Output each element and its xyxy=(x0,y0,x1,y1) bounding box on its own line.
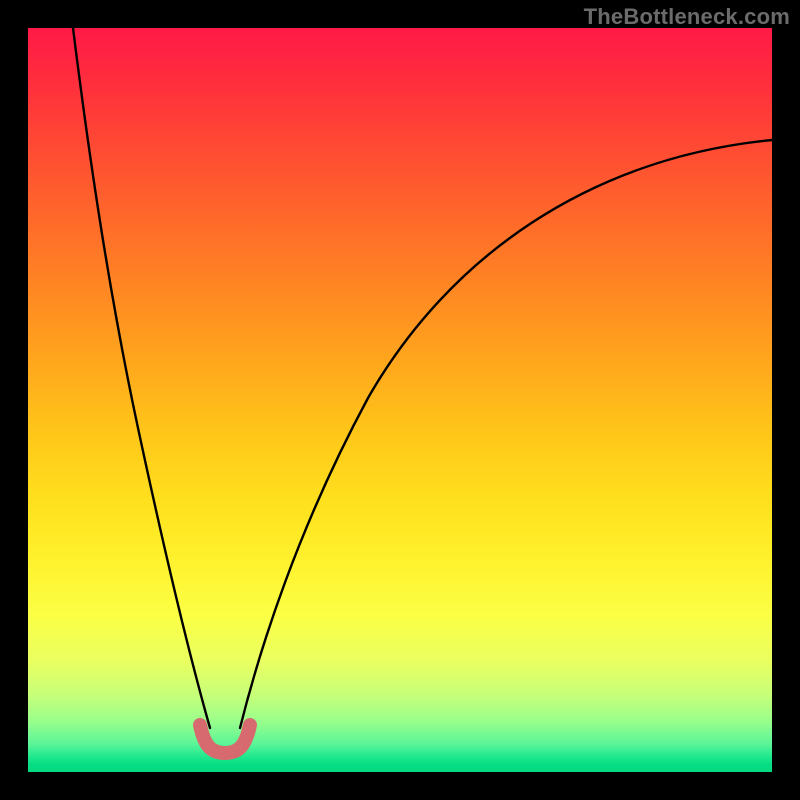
curve-right-branch xyxy=(240,140,772,728)
curve-valley-highlight xyxy=(200,725,250,753)
watermark-text: TheBottleneck.com xyxy=(584,4,790,30)
chart-curves-svg xyxy=(28,28,772,772)
chart-frame: TheBottleneck.com xyxy=(0,0,800,800)
chart-plot-area xyxy=(28,28,772,772)
curve-left-branch xyxy=(73,28,210,728)
